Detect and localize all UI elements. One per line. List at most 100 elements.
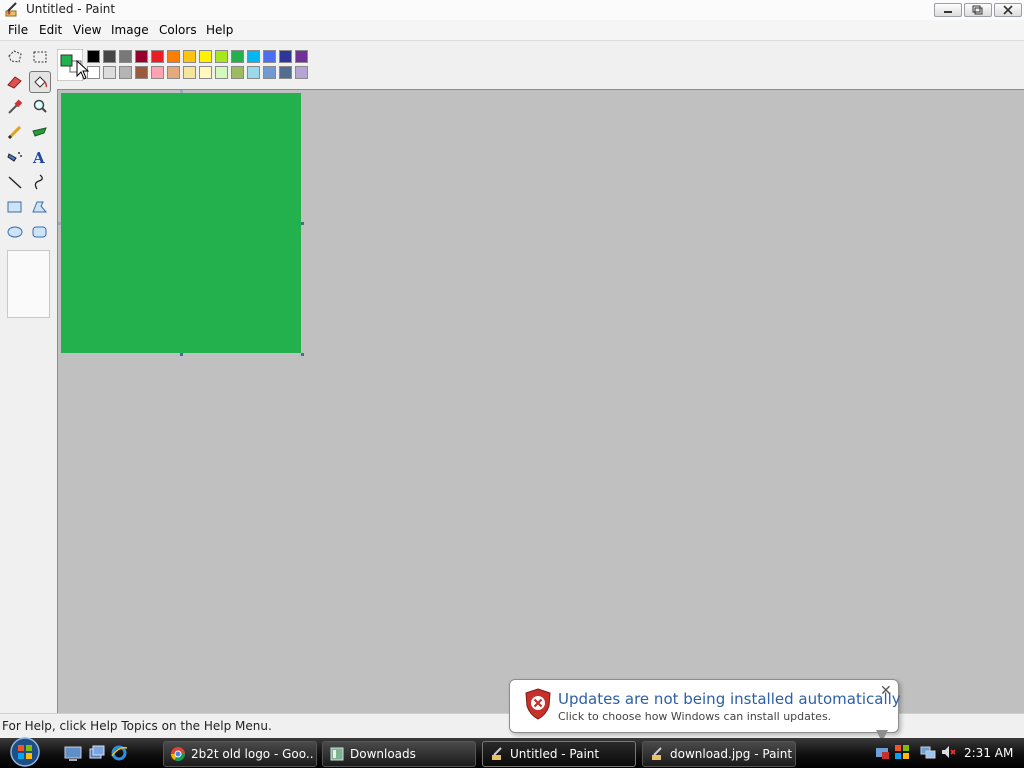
- drawing-canvas[interactable]: [61, 93, 301, 353]
- security-shield-icon: [525, 688, 551, 720]
- taskbar-button-untitled-paint[interactable]: Untitled - Paint: [482, 741, 636, 767]
- svg-text:A: A: [32, 149, 45, 167]
- tray-update-icon[interactable]: [874, 744, 890, 760]
- pick-color-tool[interactable]: [4, 96, 26, 118]
- color-palette: [57, 41, 1024, 89]
- color-swatch[interactable]: [247, 50, 260, 63]
- color-swatch[interactable]: [151, 50, 164, 63]
- mouse-cursor-icon: [76, 60, 90, 80]
- canvas-resize-handle-bottom[interactable]: [180, 353, 183, 356]
- airbrush-icon: [7, 152, 22, 162]
- taskbar-button-downloads[interactable]: Downloads: [322, 741, 476, 767]
- task-label: download.jpg - Paint: [670, 747, 792, 761]
- color-swatch[interactable]: [167, 50, 180, 63]
- color-swatch[interactable]: [103, 66, 116, 79]
- menu-view[interactable]: View: [73, 23, 101, 37]
- color-swatch[interactable]: [183, 66, 196, 79]
- chrome-icon: [171, 747, 185, 761]
- balloon-close-icon[interactable]: ✕: [880, 683, 892, 699]
- color-swatch[interactable]: [199, 50, 212, 63]
- color-swatch[interactable]: [231, 66, 244, 79]
- color-swatch[interactable]: [295, 66, 308, 79]
- update-notification-balloon[interactable]: Updates are not being installed automati…: [509, 679, 901, 733]
- eraser-icon: [7, 76, 22, 89]
- paint-icon: [652, 747, 662, 760]
- color-swatch[interactable]: [119, 50, 132, 63]
- restore-button[interactable]: [964, 3, 992, 17]
- menu-edit[interactable]: Edit: [39, 23, 62, 37]
- pencil-tool[interactable]: [4, 121, 26, 143]
- select-tool[interactable]: [29, 46, 51, 68]
- fill-with-color-tool[interactable]: [29, 71, 51, 93]
- menu-image[interactable]: Image: [111, 23, 149, 37]
- text-icon: A: [32, 149, 45, 167]
- folder-icon: [330, 747, 344, 761]
- menu-file[interactable]: File: [8, 23, 28, 37]
- menu-help[interactable]: Help: [206, 23, 233, 37]
- color-swatch[interactable]: [279, 50, 292, 63]
- magnifier-tool[interactable]: [29, 96, 51, 118]
- curve-icon: [34, 174, 43, 190]
- tray-network-icon[interactable]: [920, 744, 936, 760]
- rectangle-icon: [7, 201, 22, 213]
- line-tool[interactable]: [4, 171, 26, 193]
- rectangle-tool[interactable]: [4, 196, 26, 218]
- ellipse-tool[interactable]: [4, 221, 26, 243]
- internet-explorer-icon[interactable]: [110, 744, 128, 762]
- taskbar-button-chrome[interactable]: 2b2t old logo - Goo...: [163, 741, 317, 767]
- close-icon: [1003, 5, 1013, 15]
- color-swatch[interactable]: [215, 66, 228, 79]
- restore-icon: [972, 5, 983, 15]
- brush-tool[interactable]: [29, 121, 51, 143]
- paint-app-icon[interactable]: [4, 2, 20, 18]
- color-swatch[interactable]: [135, 66, 148, 79]
- color-swatch[interactable]: [135, 50, 148, 63]
- color-swatch[interactable]: [183, 50, 196, 63]
- show-desktop-icon[interactable]: [64, 744, 82, 762]
- tray-security-icon[interactable]: [894, 744, 910, 760]
- canvas-handle-top: [180, 90, 183, 93]
- canvas-resize-handle-corner[interactable]: [301, 353, 304, 356]
- color-swatch[interactable]: [231, 50, 244, 63]
- canvas-handle-left: [58, 222, 61, 225]
- pencil-icon: [7, 125, 22, 140]
- window-title: Untitled - Paint: [26, 2, 116, 16]
- switch-windows-icon[interactable]: [88, 744, 106, 762]
- color-swatch[interactable]: [295, 50, 308, 63]
- minimize-button[interactable]: [934, 3, 962, 17]
- task-label: Untitled - Paint: [510, 747, 600, 761]
- color-swatch[interactable]: [119, 66, 132, 79]
- color-swatch[interactable]: [279, 66, 292, 79]
- color-swatch[interactable]: [247, 66, 260, 79]
- menu-bar: File Edit View Image Colors Help: [0, 20, 1024, 41]
- taskbar-button-download-jpg-paint[interactable]: download.jpg - Paint: [642, 741, 796, 767]
- paint-icon: [492, 747, 502, 760]
- canvas-resize-handle-right[interactable]: [301, 222, 304, 225]
- start-button[interactable]: [8, 736, 42, 768]
- polygon-tool[interactable]: [29, 196, 51, 218]
- color-swatch[interactable]: [151, 66, 164, 79]
- menu-colors[interactable]: Colors: [159, 23, 197, 37]
- color-swatch[interactable]: [215, 50, 228, 63]
- color-swatch[interactable]: [263, 66, 276, 79]
- tray-volume-muted-icon[interactable]: [940, 744, 956, 760]
- taskbar-clock[interactable]: 2:31 AM: [964, 746, 1013, 760]
- color-swatch[interactable]: [103, 50, 116, 63]
- close-button[interactable]: [994, 3, 1022, 17]
- rounded-rectangle-tool[interactable]: [29, 221, 51, 243]
- tool-options-box[interactable]: [7, 250, 50, 318]
- minimize-icon: [944, 11, 952, 13]
- text-tool[interactable]: A: [29, 146, 51, 168]
- free-form-select-tool[interactable]: [4, 46, 26, 68]
- color-swatch[interactable]: [263, 50, 276, 63]
- color-swatch[interactable]: [199, 66, 212, 79]
- eyedropper-icon: [8, 99, 23, 114]
- color-swatch[interactable]: [167, 66, 180, 79]
- balloon-title: Updates are not being installed automati…: [558, 690, 901, 708]
- curve-tool[interactable]: [29, 171, 51, 193]
- eraser-tool[interactable]: [4, 71, 26, 93]
- rounded-rectangle-icon: [32, 226, 47, 238]
- brush-icon: [32, 127, 47, 137]
- airbrush-tool[interactable]: [4, 146, 26, 168]
- task-label: Downloads: [350, 747, 416, 761]
